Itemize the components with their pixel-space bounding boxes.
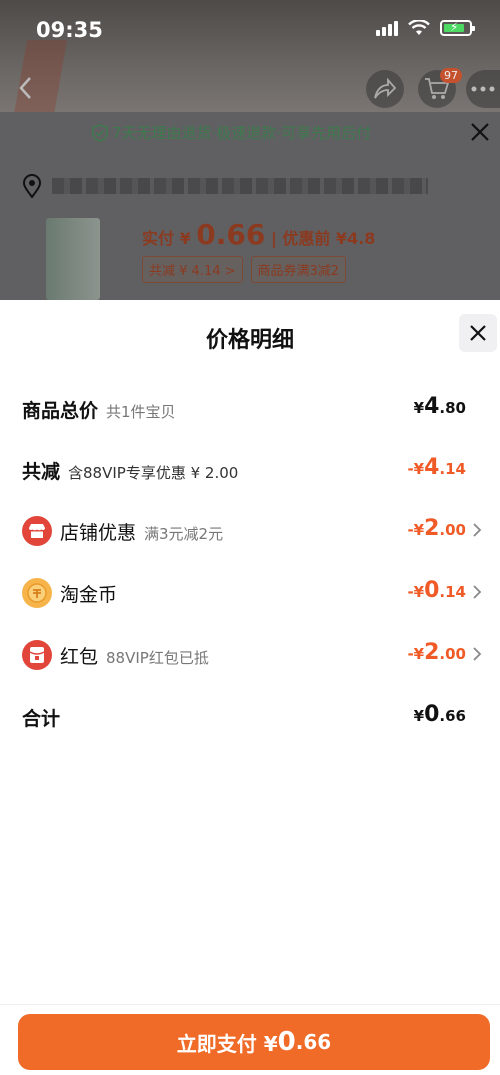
close-icon bbox=[470, 325, 486, 341]
close-icon[interactable] bbox=[470, 120, 490, 148]
row-sub: 共1件宝贝 bbox=[106, 403, 176, 421]
row-value: -¥0.14 bbox=[407, 578, 466, 603]
cart-button[interactable]: 97 bbox=[418, 68, 462, 108]
return-guarantee: 7天无理由退货·极速退款·可享先用后付 bbox=[92, 122, 371, 143]
pay-button-label: 立即支付 ¥ bbox=[176, 1031, 278, 1056]
wifi-icon bbox=[408, 20, 430, 35]
row-value: ¥0.66 bbox=[413, 702, 466, 727]
chevron-right-icon bbox=[473, 585, 482, 599]
chevron-right-icon bbox=[473, 523, 482, 537]
price-row-store-discount[interactable]: 店铺优惠 满3元减2元 -¥2.00 bbox=[0, 510, 500, 550]
row-label: 淘金币 bbox=[60, 584, 118, 606]
share-icon bbox=[374, 78, 397, 99]
row-value: ¥4.80 bbox=[413, 394, 466, 419]
price-row-coins[interactable]: 淘金币 -¥0.14 bbox=[0, 572, 500, 612]
row-sub: 含88VIP专享优惠 ¥ 2.00 bbox=[68, 464, 239, 482]
pay-bar: 立即支付 ¥0.66 bbox=[0, 1004, 500, 1075]
back-icon[interactable] bbox=[16, 74, 40, 104]
status-icons: ⚡ bbox=[376, 20, 475, 36]
row-label: 店铺优惠 满3元减2元 bbox=[60, 522, 224, 544]
chevron-right-icon bbox=[473, 647, 482, 661]
price-row-red-packet[interactable]: 红包 88VIP红包已抵 -¥2.00 bbox=[0, 634, 500, 674]
store-icon bbox=[22, 516, 52, 546]
more-button[interactable] bbox=[466, 70, 500, 108]
address-blurred bbox=[52, 178, 428, 194]
more-icon bbox=[471, 86, 495, 92]
row-label: 合计 bbox=[22, 708, 61, 730]
row-label: 共减 含88VIP专享优惠 ¥ 2.00 bbox=[22, 461, 239, 483]
coin-icon bbox=[22, 578, 52, 608]
signal-icon bbox=[376, 20, 398, 36]
share-button[interactable] bbox=[366, 70, 404, 108]
row-label: 商品总价 共1件宝贝 bbox=[22, 400, 176, 422]
shield-check-icon bbox=[92, 123, 108, 142]
pay-button-int: 0 bbox=[277, 1027, 296, 1057]
total-discount-tag[interactable]: 共减 ¥ 4.14 > bbox=[142, 256, 243, 283]
row-value: -¥2.00 bbox=[407, 516, 466, 541]
modal-title: 价格明细 bbox=[205, 328, 294, 353]
row-value: -¥4.14 bbox=[407, 455, 466, 480]
battery-icon: ⚡ bbox=[440, 20, 475, 36]
row-sub: 88VIP红包已抵 bbox=[106, 649, 209, 667]
location-pin-icon bbox=[22, 174, 42, 198]
row-label: 红包 88VIP红包已抵 bbox=[60, 646, 209, 668]
product-thumbnail bbox=[46, 218, 100, 300]
red-packet-icon bbox=[22, 640, 52, 670]
status-time: 09:35 bbox=[36, 18, 103, 42]
price-row-total: 合计 ¥0.66 bbox=[0, 696, 500, 736]
price-detail-modal: 价格明细 商品总价 共1件宝贝 ¥4.80 共减 含88VIP专享优惠 ¥ 2.00… bbox=[0, 300, 500, 1074]
guarantee-text: 7天无理由退货·极速退款·可享先用后付 bbox=[112, 124, 372, 142]
price-row-total-discount: 共减 含88VIP专享优惠 ¥ 2.00 -¥4.14 bbox=[0, 449, 500, 489]
background-pay-amount: 实付 ¥ 0.66 | 优惠前 ¥4.8 bbox=[142, 218, 376, 251]
background-page: 09:35 ⚡ 97 7天无理由退货·极速退款·可享先用后付 实付 ¥ 0.66… bbox=[0, 0, 500, 300]
coupon-tag: 商品券满3减2 bbox=[250, 256, 347, 283]
status-bar: 09:35 ⚡ bbox=[0, 0, 500, 60]
row-value: -¥2.00 bbox=[407, 640, 466, 665]
cart-badge: 97 bbox=[440, 68, 462, 83]
row-sub: 满3元减2元 bbox=[144, 525, 224, 543]
modal-close-button[interactable] bbox=[459, 314, 497, 352]
pay-button-dec: .66 bbox=[295, 1030, 332, 1054]
price-row-goods-total: 商品总价 共1件宝贝 ¥4.80 bbox=[0, 388, 500, 428]
pay-now-button[interactable]: 立即支付 ¥0.66 bbox=[18, 1014, 490, 1070]
background-tags: 共减 ¥ 4.14 > 商品券满3减2 bbox=[142, 256, 347, 283]
